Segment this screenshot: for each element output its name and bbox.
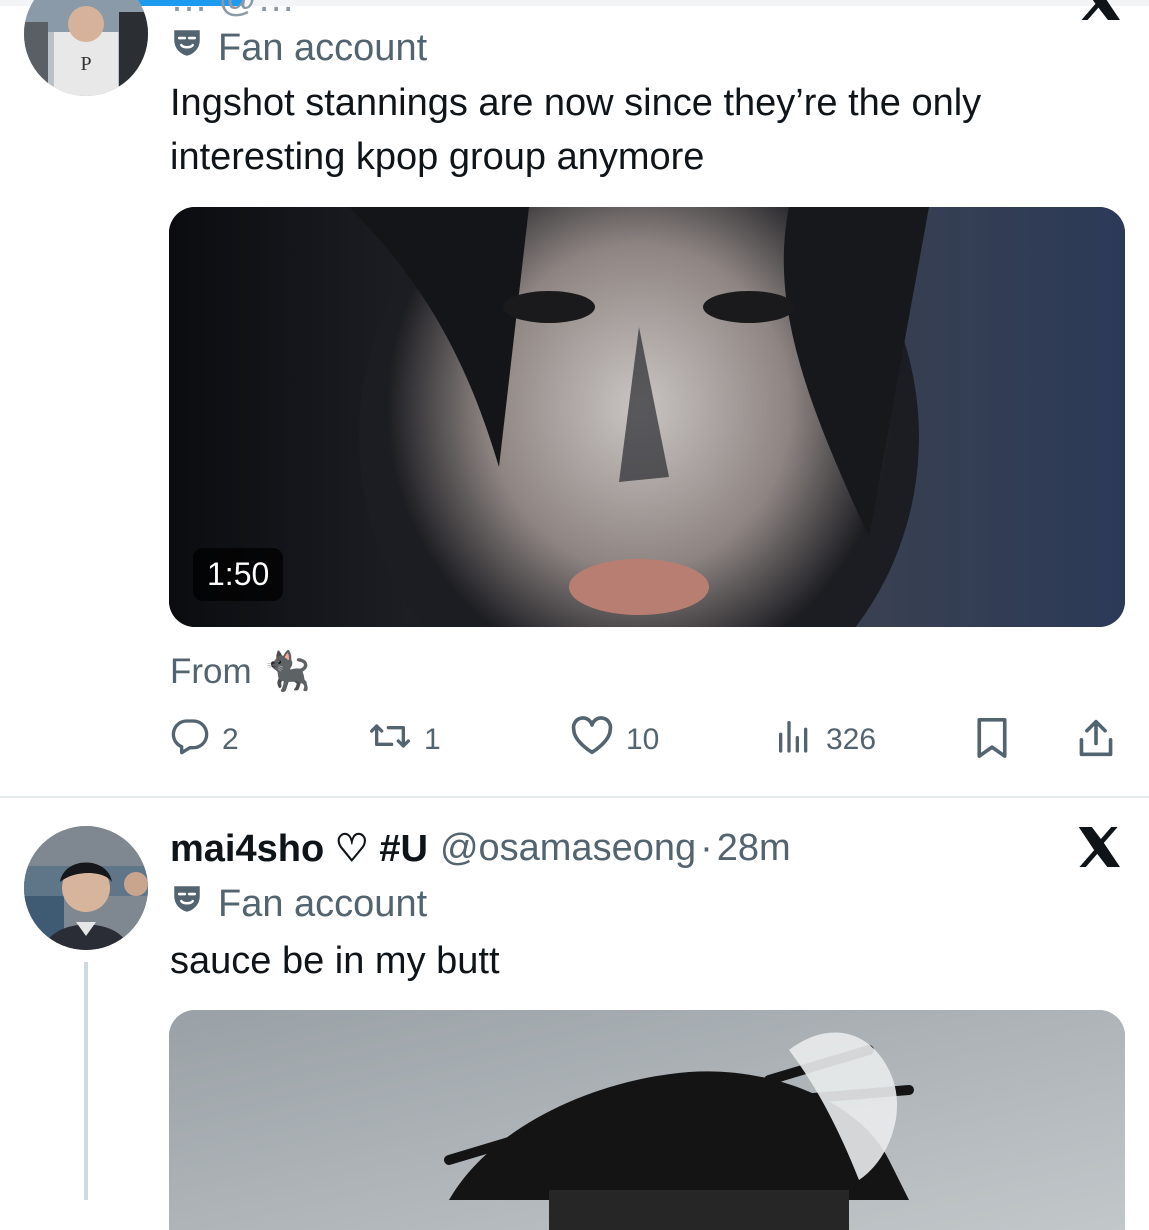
like-icon — [570, 716, 614, 764]
display-name[interactable]: mai4sho ♡ #U — [170, 826, 428, 871]
bookmark-icon — [972, 716, 1012, 768]
from-caption: From 🐈‍⬛ — [170, 650, 311, 694]
tweet-text: sauce be in my butt — [170, 940, 500, 982]
fan-account-text: Fan account — [218, 26, 428, 69]
views-icon — [774, 716, 814, 764]
repost-button[interactable]: 1 — [368, 716, 441, 764]
x-logo-icon[interactable] — [1078, 827, 1122, 867]
repost-icon — [368, 716, 412, 764]
media-image[interactable] — [169, 1010, 1125, 1230]
tweet-header: mai4sho ♡ #U @osamaseong · 28m — [170, 826, 791, 871]
views-count: 326 — [826, 723, 877, 756]
fan-account-label: Fan account — [170, 882, 427, 926]
tweet-header-partial: … @… — [170, 0, 295, 21]
x-logo-icon[interactable] — [1080, 0, 1122, 20]
avatar[interactable] — [24, 826, 148, 950]
separator-dot: · — [700, 827, 713, 869]
tweet-divider — [0, 796, 1149, 798]
reply-button[interactable]: 2 — [170, 716, 239, 764]
svg-text:P: P — [80, 53, 91, 75]
views-button[interactable]: 326 — [774, 716, 876, 764]
like-button[interactable]: 10 — [570, 716, 659, 764]
theater-mask-icon — [170, 882, 204, 926]
video-duration: 1:50 — [193, 548, 284, 601]
share-icon — [1076, 716, 1116, 768]
avatar[interactable]: P — [24, 0, 148, 96]
reply-count: 2 — [222, 723, 239, 756]
reply-icon — [170, 716, 210, 764]
fan-account-label: Fan account — [170, 26, 427, 70]
theater-mask-icon — [170, 26, 204, 70]
from-label: From — [170, 652, 252, 691]
black-cat-emoji: 🐈‍⬛ — [263, 651, 311, 693]
tweet-text-line2: interesting kpop group anymore — [170, 136, 705, 178]
thread-line — [84, 962, 88, 1200]
timestamp[interactable]: 28m — [717, 827, 791, 870]
like-count: 10 — [626, 723, 660, 756]
share-button[interactable] — [1076, 716, 1116, 768]
repost-count: 1 — [424, 723, 441, 756]
fan-account-text: Fan account — [218, 882, 428, 925]
handle[interactable]: @osamaseong — [440, 827, 696, 870]
tweet-text: Ingshot stannings are now since they’re … — [170, 76, 1130, 184]
video-player[interactable]: 1:50 — [169, 207, 1125, 627]
bookmark-button[interactable] — [972, 716, 1012, 768]
tweet-text-line1: Ingshot stannings are now since they’re … — [170, 82, 982, 124]
